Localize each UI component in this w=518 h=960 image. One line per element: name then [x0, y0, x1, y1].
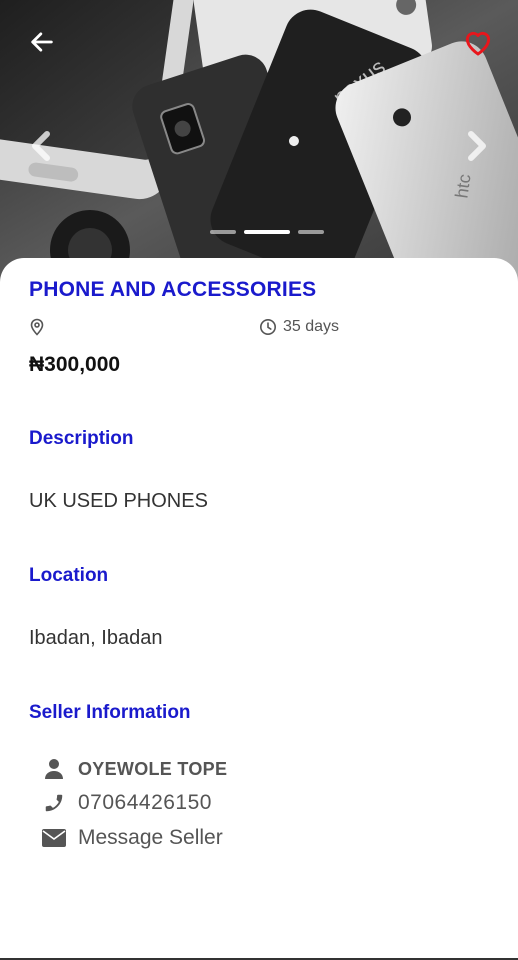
back-button[interactable]	[22, 22, 62, 62]
envelope-icon	[40, 829, 68, 847]
listing-meta: 35 days	[29, 318, 489, 338]
product-photo: nexus htc	[0, 0, 518, 290]
arrow-left-icon	[31, 32, 53, 52]
description-heading: Description	[29, 428, 134, 449]
message-seller-link[interactable]: Message Seller	[78, 826, 223, 850]
chevron-left-icon	[32, 131, 50, 161]
chevron-right-icon	[468, 131, 486, 161]
phone-icon	[40, 792, 68, 814]
listing-details: PHONE AND ACCESSORIES 35 days ₦300,000 D…	[0, 258, 518, 960]
listing-price: ₦300,000	[29, 353, 121, 376]
carousel-dot[interactable]	[298, 230, 324, 234]
description-text: UK USED PHONES	[29, 490, 208, 512]
heart-outline-icon	[465, 31, 491, 56]
clock-icon	[260, 319, 276, 335]
listing-title: PHONE AND ACCESSORIES	[29, 278, 317, 301]
location-heading: Location	[29, 565, 109, 586]
location-text: Ibadan, Ibadan	[29, 627, 163, 649]
seller-phone[interactable]: 07064426150	[78, 791, 212, 815]
seller-heading: Seller Information	[29, 702, 191, 723]
seller-name: OYEWOLE TOPE	[78, 758, 228, 779]
carousel-dot[interactable]	[210, 230, 236, 234]
listing-age-text: 35 days	[283, 318, 340, 335]
next-image-button[interactable]	[460, 126, 494, 166]
user-icon	[40, 758, 68, 780]
message-seller-row[interactable]: Message Seller	[40, 826, 223, 850]
seller-phone-row[interactable]: 07064426150	[40, 791, 212, 815]
svg-text:htc: htc	[451, 173, 474, 200]
listing-age: 35 days	[259, 318, 339, 336]
favorite-button[interactable]	[458, 22, 498, 62]
previous-image-button[interactable]	[24, 126, 58, 166]
carousel-dot-active[interactable]	[244, 230, 290, 234]
carousel-indicators	[210, 230, 324, 234]
image-carousel[interactable]: nexus htc	[0, 0, 518, 290]
map-pin-icon	[29, 318, 45, 341]
seller-name-row: OYEWOLE TOPE	[40, 758, 227, 780]
